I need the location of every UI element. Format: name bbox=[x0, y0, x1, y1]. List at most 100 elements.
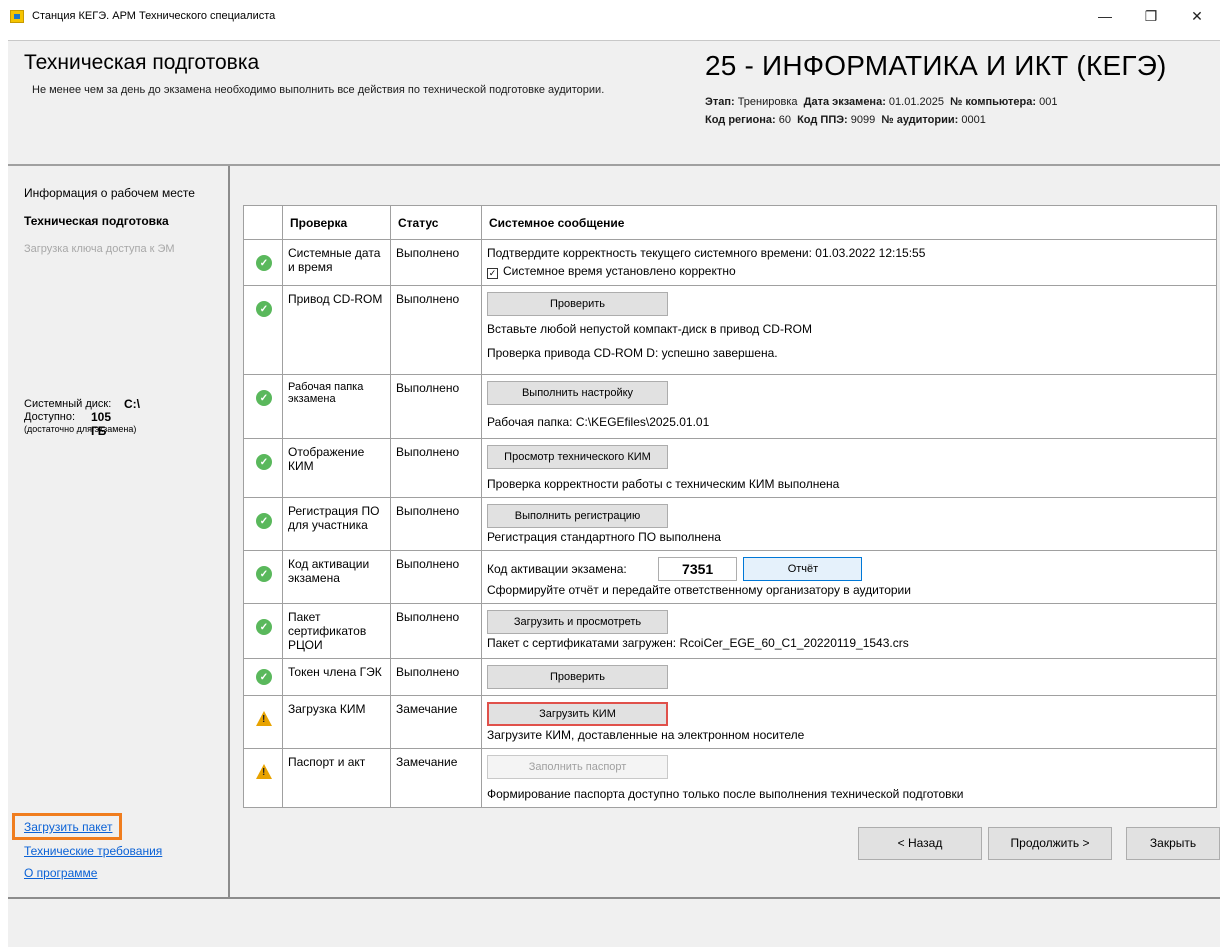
activation-code-field: 7351 bbox=[658, 557, 738, 581]
checks-table: Проверка Статус Системное сообщение ✓ Си… bbox=[243, 205, 1217, 808]
table-row: ✓ Рабочая папка экзамена Выполнено Выпол… bbox=[243, 374, 1217, 439]
check-status: Замечание bbox=[390, 748, 482, 808]
table-row: ✓ Код активации экзамена Выполнено Код а… bbox=[243, 550, 1217, 604]
exam-meta-line-1: Этап: Тренировка Дата экзамена: 01.01.20… bbox=[705, 96, 1057, 108]
page-title: Техническая подготовка bbox=[24, 51, 260, 74]
check-name: Код активации экзамена bbox=[282, 550, 391, 604]
warning-icon: ! bbox=[256, 764, 272, 779]
status-icon-cell: ✓ bbox=[243, 285, 283, 375]
status-icon-cell: ✓ bbox=[243, 550, 283, 604]
load-package-link[interactable]: Загрузить пакет bbox=[24, 820, 112, 834]
check-message-2: Проверка привода CD-ROM D: успешно завер… bbox=[487, 346, 778, 360]
status-icon-cell: ✓ bbox=[243, 239, 283, 286]
check-message-cell: Загрузить и просмотреть Пакет с сертифик… bbox=[481, 603, 1217, 659]
check-message: Вставьте любой непустой компакт-диск в п… bbox=[487, 322, 812, 336]
header-status: Статус bbox=[390, 205, 482, 240]
back-button[interactable]: < Назад bbox=[858, 827, 982, 860]
check-message: Проверка корректности работы с техническ… bbox=[487, 477, 840, 491]
check-status: Выполнено bbox=[390, 239, 482, 286]
check-name: Пакет сертификатов РЦОИ bbox=[282, 603, 391, 659]
check-name: Токен члена ГЭК bbox=[282, 658, 391, 696]
table-row: ✓ Регистрация ПО для участника Выполнено… bbox=[243, 497, 1217, 551]
check-message-cell: Проверить Вставьте любой непустой компак… bbox=[481, 285, 1217, 375]
exam-date-label: Дата экзамена: bbox=[803, 96, 886, 108]
app-icon bbox=[10, 9, 24, 23]
table-header-row: Проверка Статус Системное сообщение bbox=[243, 205, 1217, 240]
check-name: Регистрация ПО для участника bbox=[282, 497, 391, 551]
continue-button[interactable]: Продолжить > bbox=[988, 827, 1112, 860]
close-icon[interactable]: ✕ bbox=[1174, 0, 1220, 32]
check-message-cell: Просмотр технического КИМ Проверка корре… bbox=[481, 438, 1217, 498]
check-name: Паспорт и акт bbox=[282, 748, 391, 808]
header-icon-cell bbox=[243, 205, 283, 240]
minimize-icon[interactable]: — bbox=[1082, 0, 1128, 32]
view-tech-kim-button[interactable]: Просмотр технического КИМ bbox=[487, 445, 668, 469]
free-space-label: Доступно: bbox=[24, 411, 76, 423]
restore-icon[interactable]: ❐ bbox=[1128, 0, 1174, 32]
check-message-cell: Код активации экзамена: 7351 Отчёт Сформ… bbox=[481, 550, 1217, 604]
free-space-note: (достаточно для экзамена) bbox=[24, 424, 137, 434]
close-button[interactable]: Закрыть bbox=[1126, 827, 1220, 860]
report-button[interactable]: Отчёт bbox=[743, 557, 863, 581]
status-icon-cell: ✓ bbox=[243, 603, 283, 659]
system-disk-row: Системный диск: C:\ bbox=[24, 397, 140, 411]
register-software-button[interactable]: Выполнить регистрацию bbox=[487, 504, 668, 528]
check-message: Регистрация стандартного ПО выполнена bbox=[487, 530, 721, 544]
stage-label: Этап: bbox=[705, 96, 735, 108]
check-message-cell: Заполнить паспорт Формирование паспорта … bbox=[481, 748, 1217, 808]
stage-value: Тренировка bbox=[737, 96, 798, 108]
check-message: Рабочая папка: C:\KEGEfiles\2025.01.01 bbox=[487, 415, 710, 429]
sidebar-item-workplace-info[interactable]: Информация о рабочем месте bbox=[24, 186, 195, 200]
system-disk-value: C:\ bbox=[124, 397, 140, 411]
load-kim-button[interactable]: Загрузить КИМ bbox=[487, 702, 668, 726]
check-icon: ✓ bbox=[256, 619, 272, 635]
check-status: Выполнено bbox=[390, 658, 482, 696]
table-row: ! Загрузка КИМ Замечание Загрузить КИМ З… bbox=[243, 695, 1217, 749]
check-icon: ✓ bbox=[256, 566, 272, 582]
sidebar-item-tech-prep[interactable]: Техническая подготовка bbox=[24, 214, 169, 228]
status-icon-cell: ✓ bbox=[243, 438, 283, 498]
activation-code-label: Код активации экзамена: bbox=[487, 562, 627, 576]
check-status: Замечание bbox=[390, 695, 482, 749]
about-link[interactable]: О программе bbox=[24, 866, 97, 880]
check-icon: ✓ bbox=[256, 255, 272, 271]
checkbox-icon[interactable]: ✓ bbox=[487, 268, 498, 279]
check-message-cell: Проверить bbox=[481, 658, 1217, 696]
status-icon-cell: ! bbox=[243, 748, 283, 808]
computer-value: 001 bbox=[1039, 96, 1058, 108]
fill-passport-button: Заполнить паспорт bbox=[487, 755, 668, 779]
table-row: ✓ Системные дата и время Выполнено Подтв… bbox=[243, 239, 1217, 286]
window-title: Станция КЕГЭ. АРМ Технического специалис… bbox=[32, 10, 276, 22]
setup-folder-button[interactable]: Выполнить настройку bbox=[487, 381, 668, 405]
check-message: Пакет с сертификатами загружен: RcoiCer_… bbox=[487, 636, 909, 650]
region-label: Код региона: bbox=[705, 114, 776, 126]
ppe-value: 9099 bbox=[850, 114, 876, 126]
check-message: Формирование паспорта доступно только по… bbox=[487, 787, 964, 801]
check-icon: ✓ bbox=[256, 513, 272, 529]
sidebar bbox=[8, 166, 228, 897]
check-cdrom-button[interactable]: Проверить bbox=[487, 292, 668, 316]
time-correct-checkbox[interactable]: ✓ Системное время установлено корректно bbox=[487, 264, 1211, 279]
ppe-label: Код ППЭ: bbox=[797, 114, 848, 126]
exam-date-value: 01.01.2025 bbox=[888, 96, 944, 108]
check-token-button[interactable]: Проверить bbox=[487, 665, 668, 689]
load-view-certs-button[interactable]: Загрузить и просмотреть bbox=[487, 610, 668, 634]
check-message: Подтвердите корректность текущего систем… bbox=[487, 246, 926, 260]
check-icon: ✓ bbox=[256, 390, 272, 406]
table-row: ✓ Отображение КИМ Выполнено Просмотр тех… bbox=[243, 438, 1217, 498]
status-icon-cell: ✓ bbox=[243, 374, 283, 439]
title-bar: Станция КЕГЭ. АРМ Технического специалис… bbox=[0, 0, 1220, 32]
header: Техническая подготовка Не менее чем за д… bbox=[8, 40, 1220, 164]
room-value: 0001 bbox=[961, 114, 986, 126]
tech-requirements-link[interactable]: Технические требования bbox=[24, 844, 162, 858]
check-status: Выполнено bbox=[390, 603, 482, 659]
table-row: ✓ Пакет сертификатов РЦОИ Выполнено Загр… bbox=[243, 603, 1217, 659]
check-name: Привод CD-ROM bbox=[282, 285, 391, 375]
check-message-cell: Загрузить КИМ Загрузите КИМ, доставленны… bbox=[481, 695, 1217, 749]
status-icon-cell: ✓ bbox=[243, 497, 283, 551]
exam-meta-line-2: Код региона: 60 Код ППЭ: 9099 № аудитори… bbox=[705, 114, 986, 126]
check-status: Выполнено bbox=[390, 285, 482, 375]
check-icon: ✓ bbox=[256, 669, 272, 685]
check-message-cell: Выполнить регистрацию Регистрация станда… bbox=[481, 497, 1217, 551]
room-label: № аудитории: bbox=[881, 114, 959, 126]
